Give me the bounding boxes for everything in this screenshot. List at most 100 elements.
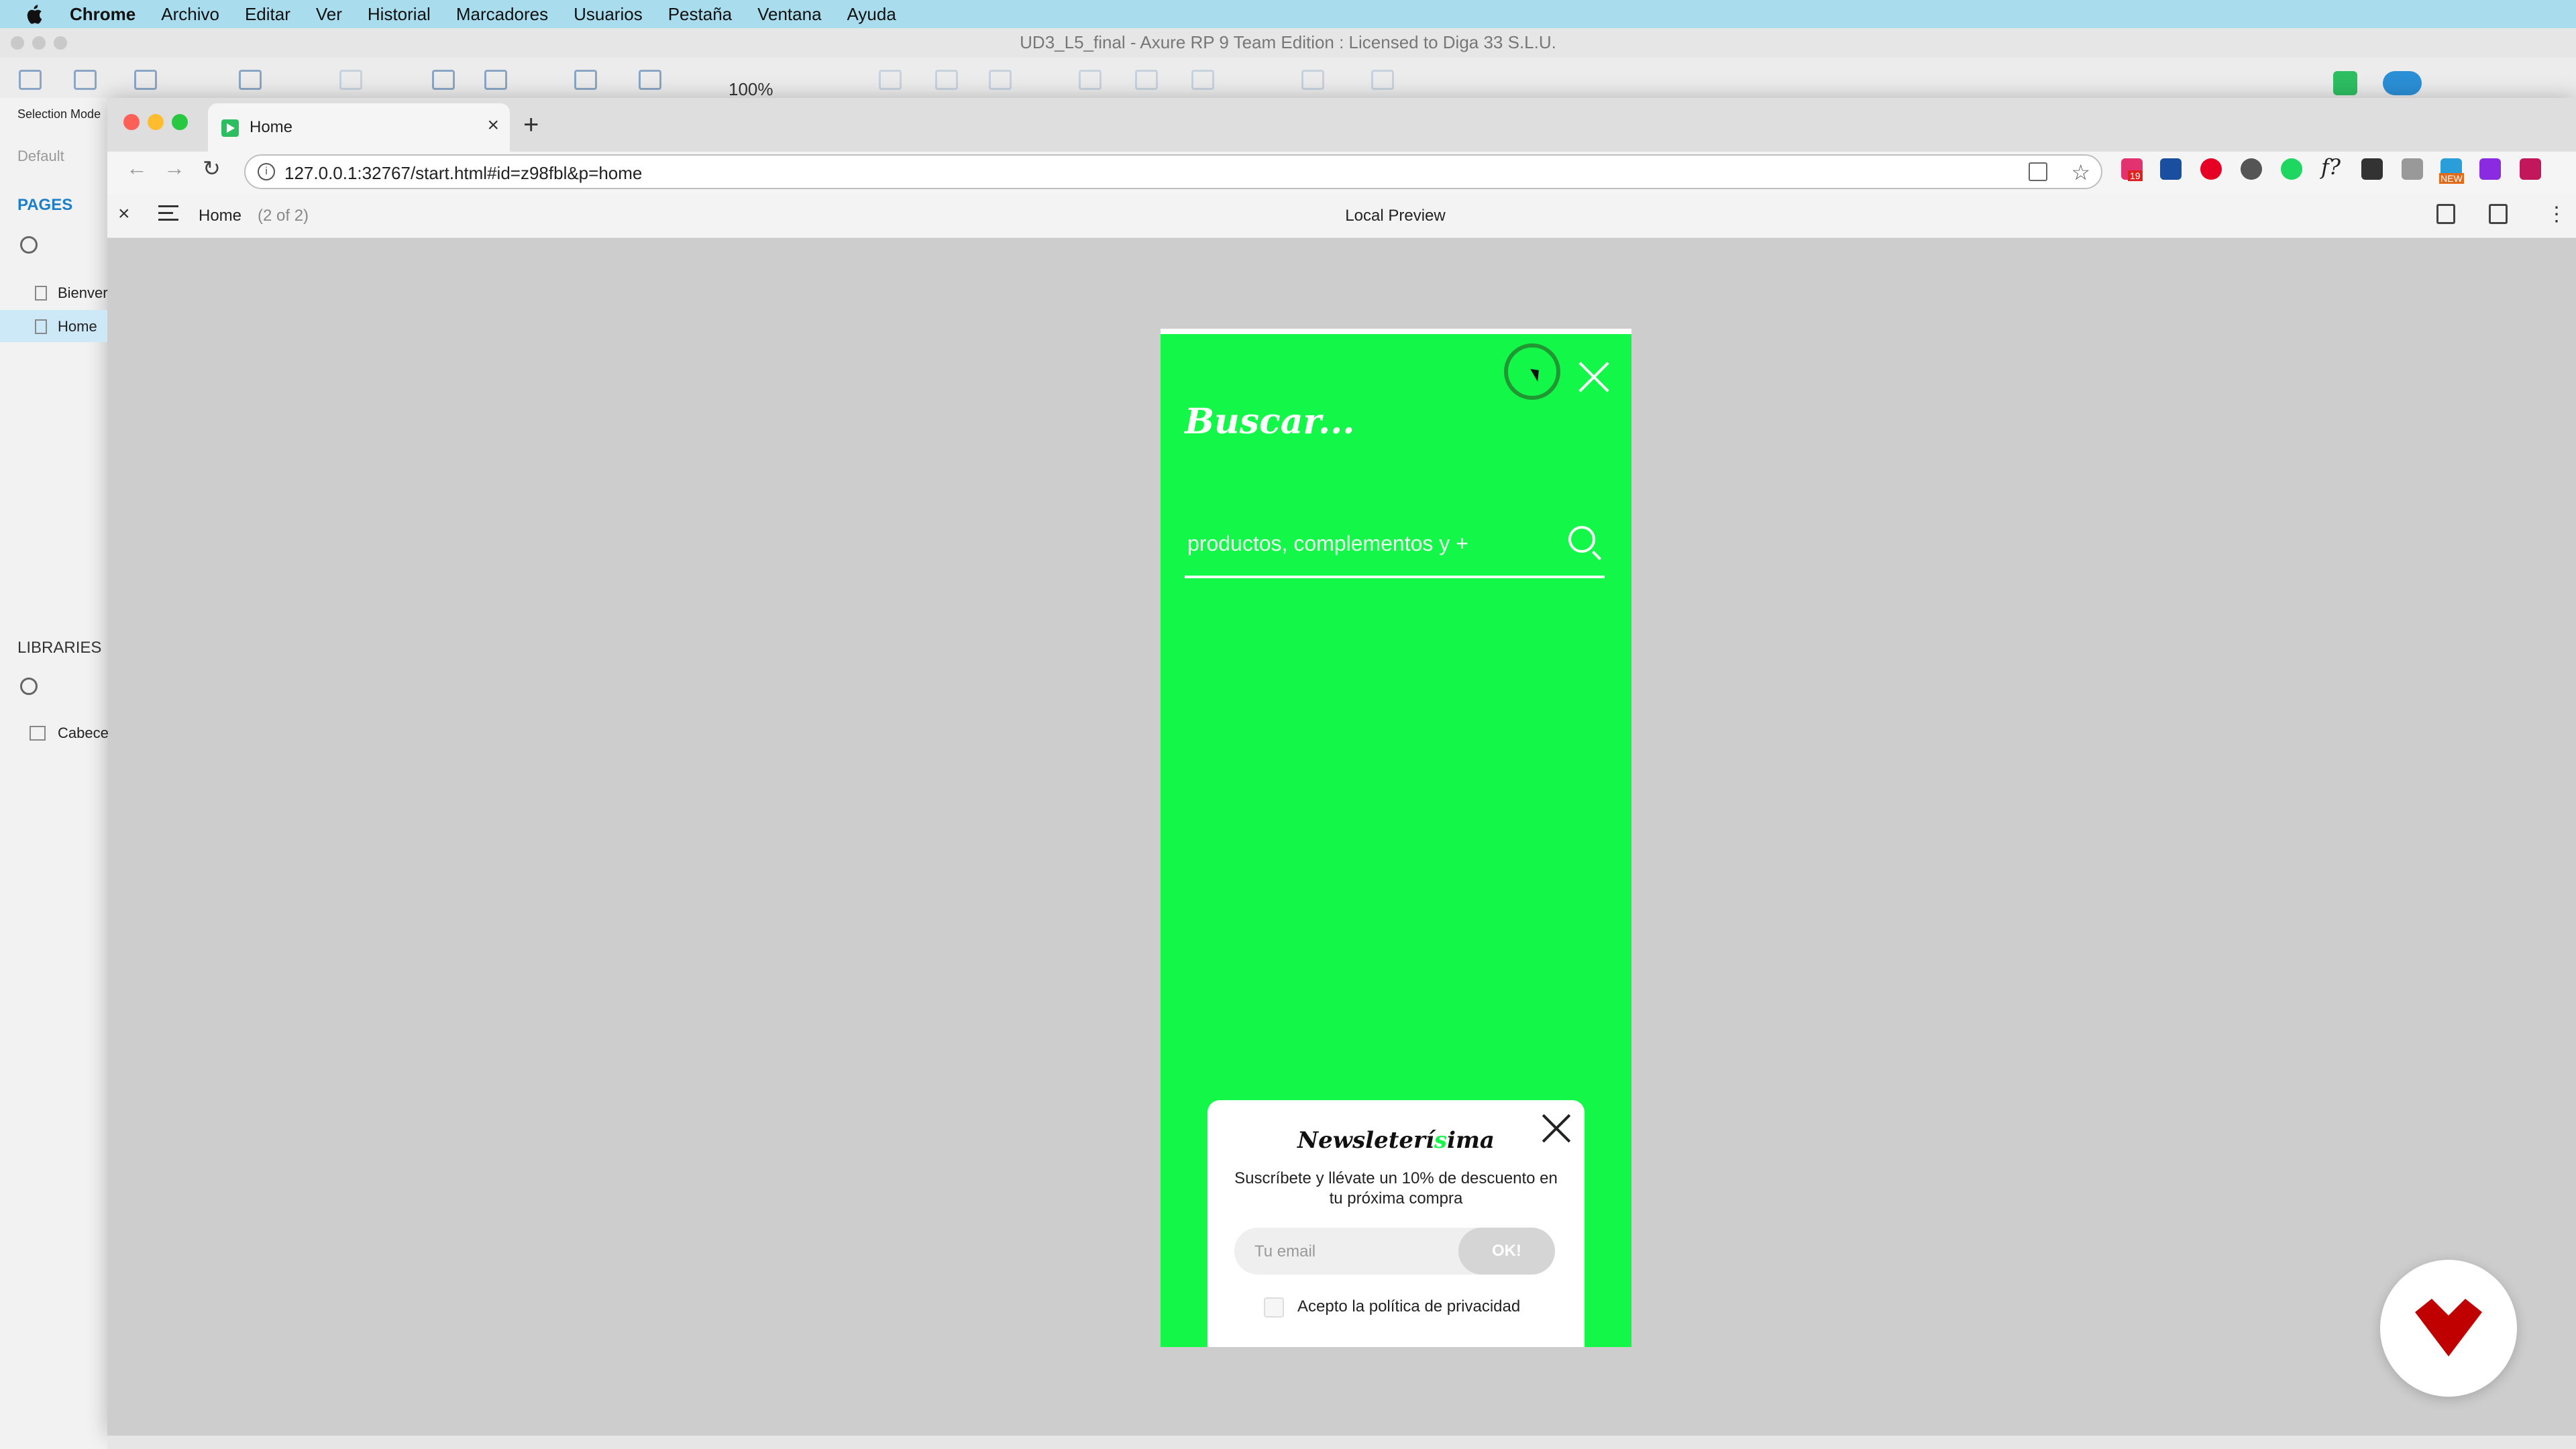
search-heading: Buscar... <box>1185 401 1355 442</box>
align-left-icon[interactable] <box>879 70 902 90</box>
extension-icon-11[interactable] <box>2520 158 2541 180</box>
axure-window-title: UD3_L5_final - Axure RP 9 Team Edition :… <box>1020 32 1556 52</box>
email-field[interactable]: Tu email OK! <box>1234 1228 1555 1275</box>
privacy-checkbox[interactable] <box>1264 1297 1284 1318</box>
mobile-prototype-frame: Buscar... productos, complementos y + Ne… <box>1161 329 1631 1347</box>
browser-tab-home[interactable]: Home × <box>208 103 510 152</box>
selection-mode-label: Selection Mode <box>17 107 101 121</box>
page-icon <box>35 286 47 301</box>
point-icon[interactable] <box>134 70 157 90</box>
cloud-share-icon[interactable] <box>2383 71 2422 95</box>
forward-icon[interactable]: → <box>164 156 185 180</box>
address-bar[interactable]: i 127.0.0.1:32767/start.html#id=z98fbl&p… <box>244 154 2102 189</box>
apple-icon[interactable] <box>24 4 43 24</box>
minimize-window-button[interactable] <box>148 114 164 130</box>
menu-historial[interactable]: Historial <box>368 4 431 25</box>
newsletter-subtitle: Suscríbete y llévate un 10% de descuento… <box>1234 1169 1558 1208</box>
formula-icon[interactable]: f? <box>2321 154 2341 180</box>
pages-search-icon[interactable] <box>20 236 38 254</box>
extension-icon-4[interactable] <box>2241 158 2262 180</box>
libraries-search-icon[interactable] <box>20 678 38 695</box>
send-back-icon[interactable] <box>484 70 507 90</box>
notes-icon[interactable] <box>2436 204 2455 224</box>
extension-icon-10[interactable] <box>2479 158 2501 180</box>
back-icon[interactable]: ← <box>126 156 148 180</box>
email-placeholder: Tu email <box>1254 1242 1316 1260</box>
connect-icon[interactable] <box>74 70 97 90</box>
newsletter-title-accent: í <box>1425 1127 1434 1154</box>
axure-toolbar <box>0 58 2576 98</box>
new-tab-button[interactable]: + <box>523 110 539 140</box>
pinterest-icon[interactable] <box>2200 158 2222 180</box>
insert-icon[interactable] <box>239 70 262 90</box>
maximize-window-button[interactable] <box>172 114 188 130</box>
menu-app-chrome[interactable]: Chrome <box>70 4 136 25</box>
library-icon <box>30 726 46 741</box>
page-item-label: Home <box>58 318 97 335</box>
distribute-vertical-icon[interactable] <box>1371 70 1394 90</box>
menu-archivo[interactable]: Archivo <box>161 4 219 25</box>
reload-icon[interactable]: ↻ <box>203 156 221 181</box>
align-top-icon[interactable] <box>1079 70 1102 90</box>
page-item-home[interactable]: Home <box>0 310 107 342</box>
axure-canvas-strip <box>107 1436 2576 1449</box>
axure-title-bar: UD3_L5_final - Axure RP 9 Team Edition :… <box>0 28 2576 58</box>
menu-marcadores[interactable]: Marcadores <box>456 4 548 25</box>
extension-icon-5[interactable] <box>2281 158 2302 180</box>
close-window-button[interactable] <box>123 114 140 130</box>
library-item-cabecera[interactable]: Cabece <box>0 716 109 749</box>
align-bottom-icon[interactable] <box>1191 70 1214 90</box>
close-tab-icon[interactable]: × <box>487 114 499 137</box>
ungroup-icon[interactable] <box>639 70 661 90</box>
ok-button[interactable]: OK! <box>1458 1228 1555 1275</box>
brand-logo-badge[interactable] <box>2380 1260 2517 1397</box>
selection-mode-icon[interactable] <box>19 70 42 90</box>
newsletter-title-part1: Newsleter <box>1297 1127 1426 1154</box>
search-underline <box>1185 576 1605 578</box>
style-default-label: Default <box>17 148 64 164</box>
axure-favicon-icon <box>221 119 239 137</box>
extension-icon-2[interactable] <box>2160 158 2182 180</box>
page-icon <box>35 319 47 334</box>
page-item-label: Bienver <box>58 284 108 301</box>
menu-ver[interactable]: Ver <box>316 4 342 25</box>
bookmark-star-icon[interactable]: ☆ <box>2071 160 2090 185</box>
search-icon[interactable] <box>1568 526 1595 553</box>
site-info-icon[interactable]: i <box>258 163 275 180</box>
library-item-label: Cabece <box>58 724 109 741</box>
zoom-level[interactable]: 100% <box>729 79 773 100</box>
eyedropper-icon[interactable] <box>2361 158 2383 180</box>
crop-icon[interactable] <box>339 70 362 90</box>
preview-icon[interactable] <box>2333 71 2357 95</box>
inspect-icon[interactable] <box>2489 204 2508 224</box>
extension-badge-count: 19 <box>2128 170 2143 181</box>
bring-front-icon[interactable] <box>432 70 455 90</box>
page-item-bienvenida[interactable]: Bienver <box>0 276 108 309</box>
privacy-label: Acepto la política de privacidad <box>1297 1297 1521 1316</box>
menu-usuarios[interactable]: Usuarios <box>574 4 643 25</box>
align-right-icon[interactable] <box>989 70 1012 90</box>
newsletter-title: Newsleterísima <box>1208 1127 1585 1154</box>
align-center-icon[interactable] <box>935 70 958 90</box>
menu-editar[interactable]: Editar <box>245 4 290 25</box>
url-text[interactable]: 127.0.0.1:32767/start.html#id=z98fbl&p=h… <box>284 163 642 184</box>
menu-ayuda[interactable]: Ayuda <box>847 4 896 25</box>
tab-title: Home <box>250 118 293 136</box>
search-input[interactable]: productos, complementos y + <box>1187 531 1468 556</box>
pages-panel-label[interactable]: PAGES <box>17 196 72 215</box>
menu-pestana[interactable]: Pestaña <box>668 4 732 25</box>
close-search-icon[interactable] <box>1576 360 1611 394</box>
preview-mode-label: Local Preview <box>1345 207 1446 225</box>
menu-ventana[interactable]: Ventana <box>757 4 821 25</box>
group-icon[interactable] <box>574 70 597 90</box>
libraries-panel-label[interactable]: LIBRARIES <box>17 639 101 657</box>
translate-icon[interactable] <box>2029 162 2047 181</box>
newsletter-title-part2: ima <box>1447 1127 1495 1154</box>
extension-new-badge: NEW <box>2439 173 2464 184</box>
newsletter-popup: Newsleterísima Suscríbete y llévate un 1… <box>1208 1100 1585 1347</box>
newsletter-title-green: s <box>1434 1127 1448 1154</box>
distribute-icon[interactable] <box>1301 70 1324 90</box>
more-options-icon[interactable]: ⋮ <box>2546 203 2567 226</box>
align-middle-icon[interactable] <box>1135 70 1158 90</box>
extension-icon-8[interactable] <box>2402 158 2423 180</box>
